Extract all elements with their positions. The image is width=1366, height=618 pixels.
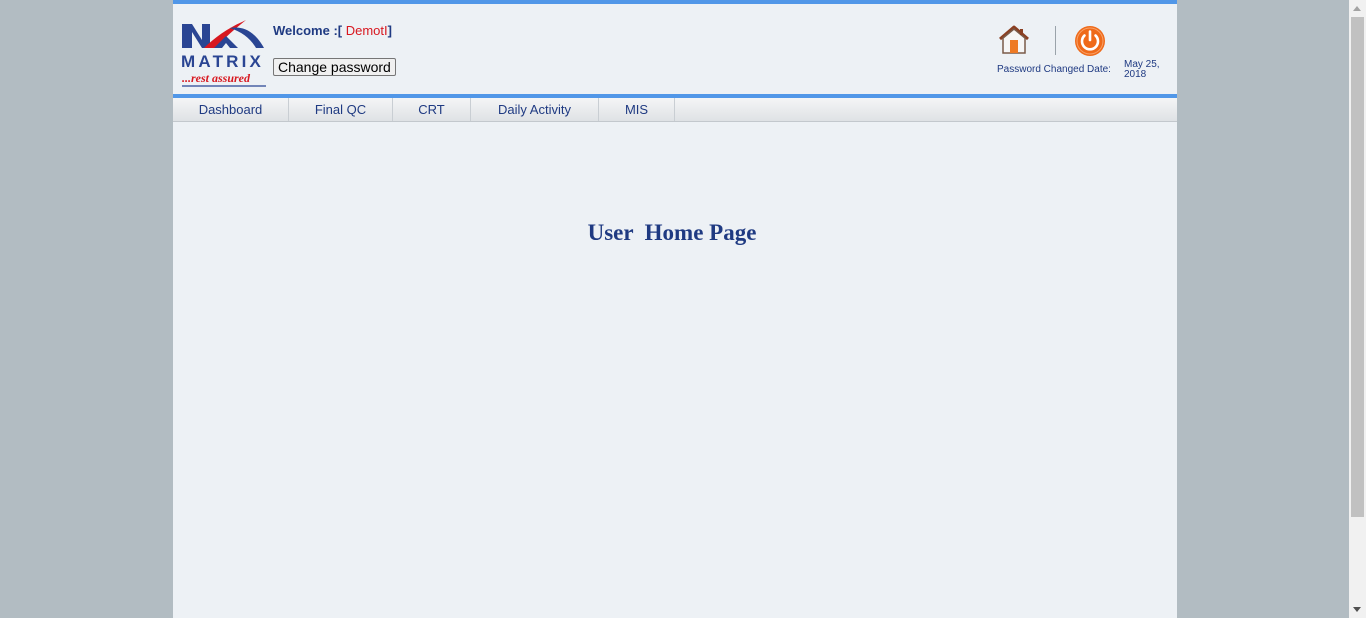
logo-wordmark: MATRIX: [181, 52, 264, 71]
main-nav: Dashboard Final QC CRT Daily Activity MI…: [173, 98, 1177, 122]
scroll-up-arrow-icon[interactable]: [1353, 6, 1361, 11]
scroll-down-arrow-icon[interactable]: [1353, 607, 1361, 612]
home-icon[interactable]: [997, 24, 1031, 56]
change-password-button[interactable]: Change password: [273, 58, 396, 76]
welcome-prefix: Welcome :[: [273, 23, 343, 38]
password-changed-label: Password Changed Date:: [997, 64, 1111, 75]
nav-item-mis[interactable]: MIS: [599, 98, 675, 121]
header: MATRIX ...rest assured Welcome :[ DemotI…: [173, 4, 1177, 94]
welcome-username: DemotI: [342, 23, 388, 38]
page-title: User Home Page: [587, 220, 757, 245]
password-changed-date: May 25, 2018: [1124, 59, 1160, 80]
vertical-scrollbar[interactable]: [1349, 0, 1366, 618]
page-container: MATRIX ...rest assured Welcome :[ DemotI…: [173, 0, 1177, 618]
logo-tagline: ...rest assured: [182, 71, 251, 85]
power-icon[interactable]: [1074, 25, 1106, 57]
nav-item-final-qc[interactable]: Final QC: [289, 98, 393, 121]
header-divider: [1055, 26, 1056, 55]
scrollbar-thumb[interactable]: [1351, 17, 1364, 517]
welcome-suffix: ]: [387, 23, 392, 38]
nav-item-dashboard[interactable]: Dashboard: [173, 98, 289, 121]
nav-item-daily-activity[interactable]: Daily Activity: [471, 98, 599, 121]
matrix-logo: MATRIX ...rest assured: [181, 20, 266, 87]
welcome-text: Welcome :[ DemotI]: [273, 23, 392, 38]
nav-item-crt[interactable]: CRT: [393, 98, 471, 121]
